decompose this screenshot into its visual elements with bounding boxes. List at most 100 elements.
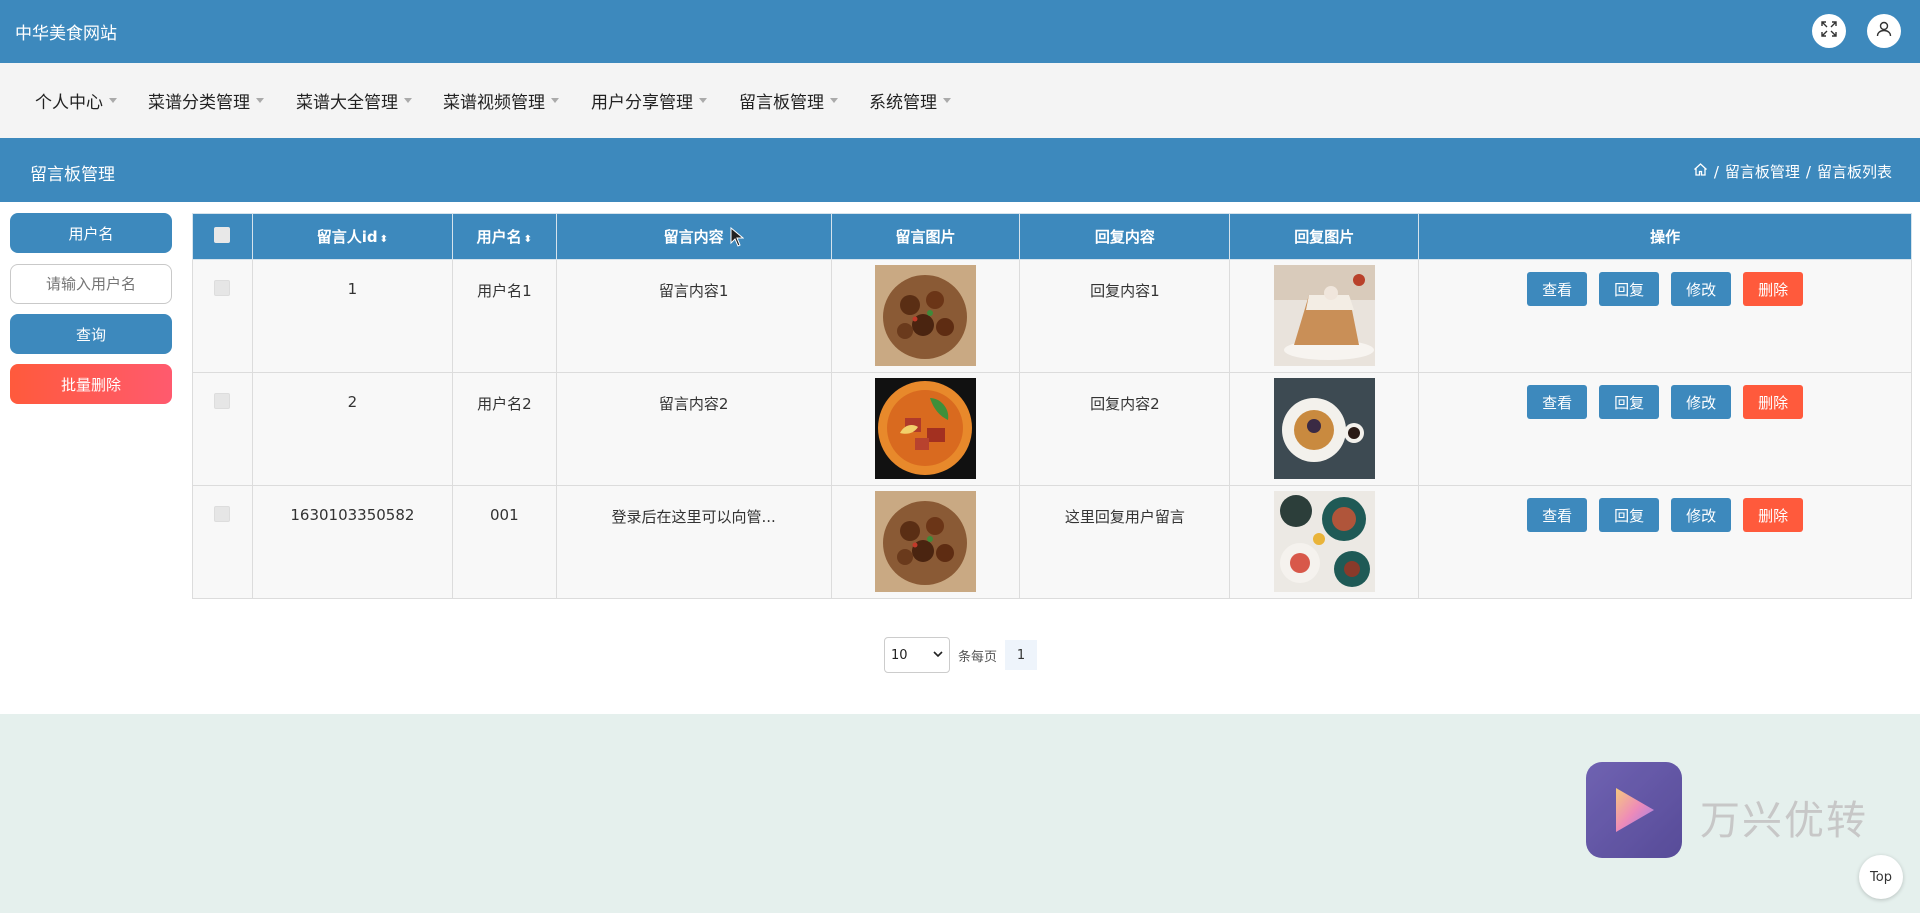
nav-item-user-share[interactable]: 用户分享管理 — [591, 88, 707, 113]
message-table: 留言人id ⬍ 用户名 ⬍ 留言内容 留言图片 回复内容 回复图片 操作 1 用户名… — [192, 213, 1912, 599]
query-button[interactable]: 查询 — [10, 314, 172, 354]
column-header-username[interactable]: 用户名 ⬍ — [451, 213, 557, 260]
view-button[interactable]: 查看 — [1527, 272, 1588, 306]
caret-down-icon — [830, 98, 838, 103]
cell-content: 留言内容2 — [555, 372, 832, 486]
cell-reply-image — [1229, 372, 1420, 486]
mouse-cursor-icon — [730, 226, 745, 251]
caret-down-icon — [404, 98, 412, 103]
table-header-row: 留言人id ⬍ 用户名 ⬍ 留言内容 留言图片 回复内容 回复图片 操作 — [192, 213, 1912, 260]
cell-content: 登录后在这里可以向管... — [555, 485, 832, 599]
message-image-thumbnail[interactable] — [875, 265, 976, 366]
site-title: 中华美食网站 — [15, 24, 117, 44]
nav-item-label: 菜谱视频管理 — [443, 93, 545, 113]
home-icon[interactable] — [1693, 162, 1708, 181]
nav-item-recipe-collection[interactable]: 菜谱大全管理 — [296, 88, 412, 113]
delete-button[interactable]: 删除 — [1743, 498, 1804, 532]
reply-image-thumbnail[interactable] — [1273, 491, 1375, 592]
row-checkbox[interactable] — [214, 506, 231, 522]
breadcrumb: / 留言板管理 / 留言板列表 — [1693, 161, 1892, 182]
per-page-label: 条每页 — [958, 649, 998, 665]
table-row: 2 用户名2 留言内容2 回复内容2 查看 回复 修改 删除 — [192, 372, 1912, 486]
column-header-reply: 回复内容 — [1019, 213, 1231, 260]
cell-id: 2 — [251, 372, 453, 486]
column-label: 留言人id — [316, 228, 378, 246]
main-nav: 个人中心 菜谱分类管理 菜谱大全管理 菜谱视频管理 用户分享管理 留言板管理 系… — [0, 63, 1920, 138]
caret-down-icon — [256, 98, 264, 103]
table-row: 1 用户名1 留言内容1 回复内容1 查看 回复 修改 删除 — [192, 259, 1912, 373]
username-search-input[interactable] — [10, 264, 172, 304]
cell-actions: 查看 回复 修改 删除 — [1418, 485, 1912, 599]
row-actions: 查看 回复 修改 删除 — [1527, 272, 1804, 306]
user-button[interactable] — [1867, 14, 1901, 48]
breadcrumb-item[interactable]: 留言板管理 — [1725, 161, 1800, 182]
delete-button[interactable]: 删除 — [1743, 385, 1804, 419]
cell-content: 留言内容1 — [555, 259, 832, 373]
fullscreen-icon — [1820, 20, 1838, 42]
select-all-cell — [192, 213, 253, 260]
cell-reply: 回复内容2 — [1019, 372, 1231, 486]
row-select-cell — [192, 259, 253, 373]
nav-item-system[interactable]: 系统管理 — [869, 88, 951, 113]
message-image-thumbnail[interactable] — [875, 378, 976, 479]
nav-item-label: 留言板管理 — [739, 93, 824, 113]
column-header-actions: 操作 — [1418, 213, 1912, 260]
reply-button[interactable]: 回复 — [1599, 272, 1660, 306]
caret-down-icon — [699, 98, 707, 103]
page-title: 留言板管理 — [30, 165, 115, 185]
cell-username: 用户名1 — [451, 259, 557, 373]
cell-image — [830, 259, 1021, 373]
back-to-top-button[interactable]: Top — [1859, 855, 1903, 899]
row-select-cell — [192, 485, 253, 599]
breadcrumb-separator: / — [1805, 162, 1811, 181]
reply-image-thumbnail[interactable] — [1273, 265, 1375, 366]
row-checkbox[interactable] — [214, 393, 231, 409]
cell-actions: 查看 回复 修改 删除 — [1418, 372, 1912, 486]
nav-item-label: 菜谱分类管理 — [148, 93, 250, 113]
row-checkbox[interactable] — [214, 280, 231, 296]
cell-id: 1630103350582 — [251, 485, 453, 599]
edit-button[interactable]: 修改 — [1671, 498, 1732, 532]
view-button[interactable]: 查看 — [1527, 498, 1588, 532]
column-header-id[interactable]: 留言人id ⬍ — [251, 213, 453, 260]
column-header-content: 留言内容 — [555, 213, 832, 260]
fullscreen-button[interactable] — [1812, 14, 1846, 48]
page-number-button[interactable]: 1 — [1005, 640, 1038, 670]
cell-reply: 这里回复用户留言 — [1019, 485, 1231, 599]
nav-item-label: 个人中心 — [35, 93, 103, 113]
caret-down-icon — [551, 98, 559, 103]
cell-username: 001 — [451, 485, 557, 599]
edit-button[interactable]: 修改 — [1671, 272, 1732, 306]
caret-down-icon — [943, 98, 951, 103]
cell-reply: 回复内容1 — [1019, 259, 1231, 373]
breadcrumb-item: 留言板列表 — [1816, 163, 1892, 181]
user-icon — [1875, 20, 1893, 42]
nav-item-recipe-category[interactable]: 菜谱分类管理 — [148, 88, 264, 113]
delete-button[interactable]: 删除 — [1743, 272, 1804, 306]
reply-button[interactable]: 回复 — [1599, 498, 1660, 532]
reply-image-thumbnail[interactable] — [1273, 378, 1375, 479]
select-all-checkbox[interactable] — [214, 226, 231, 243]
message-image-thumbnail[interactable] — [875, 491, 976, 592]
reply-button[interactable]: 回复 — [1599, 385, 1660, 419]
sort-icon[interactable]: ⬍ — [524, 234, 532, 245]
page-size-select[interactable]: 10 — [884, 637, 950, 673]
caret-down-icon — [109, 98, 117, 103]
nav-item-recipe-video[interactable]: 菜谱视频管理 — [443, 88, 559, 113]
edit-button[interactable]: 修改 — [1671, 385, 1732, 419]
cell-image — [830, 485, 1021, 599]
watermark-logo-icon — [1586, 762, 1682, 858]
batch-delete-button[interactable]: 批量删除 — [10, 364, 172, 404]
nav-item-personal-center[interactable]: 个人中心 — [35, 88, 117, 113]
sort-icon[interactable]: ⬍ — [380, 234, 388, 245]
nav-item-label: 菜谱大全管理 — [296, 93, 398, 113]
pagination: 10 条每页 1 — [884, 637, 1038, 673]
view-button[interactable]: 查看 — [1527, 385, 1588, 419]
row-actions: 查看 回复 修改 删除 — [1527, 498, 1804, 532]
nav-item-message-board[interactable]: 留言板管理 — [739, 88, 838, 113]
column-header-reply-image: 回复图片 — [1229, 213, 1420, 260]
cell-reply-image — [1229, 485, 1420, 599]
row-actions: 查看 回复 修改 删除 — [1527, 385, 1804, 419]
cell-username: 用户名2 — [451, 372, 557, 486]
cell-id: 1 — [251, 259, 453, 373]
